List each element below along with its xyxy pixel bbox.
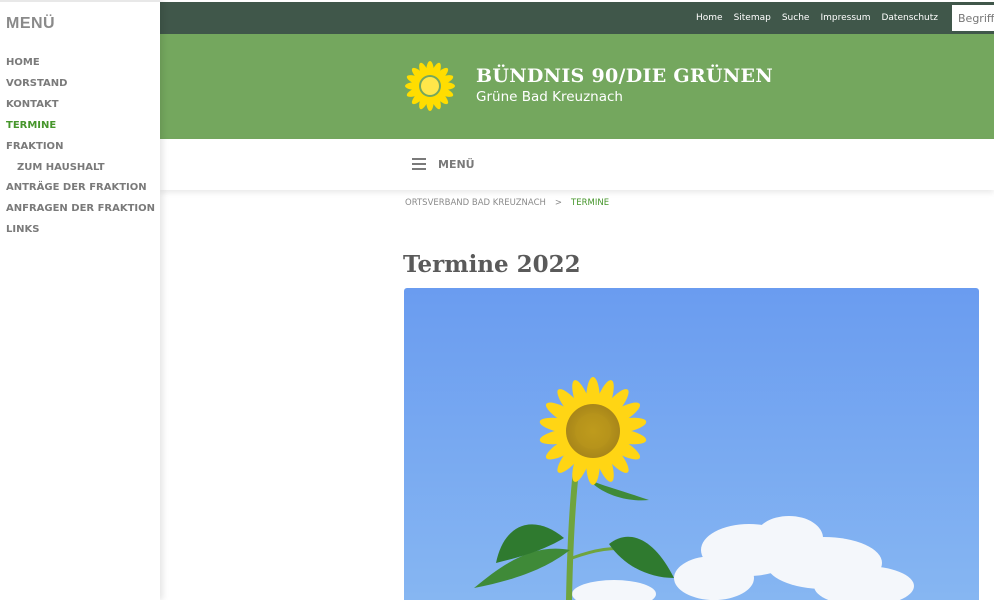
top-link-sitemap[interactable]: Sitemap <box>734 13 771 23</box>
hero-image <box>404 288 979 600</box>
hamburger-icon[interactable] <box>412 158 426 170</box>
sunflower-photo <box>404 288 979 600</box>
search-input[interactable] <box>952 5 994 31</box>
top-bar: Home Sitemap Suche Impressum Datenschutz <box>160 2 994 34</box>
top-link-home[interactable]: Home <box>696 13 723 23</box>
breadcrumb: ORTSVERBAND BAD KREUZNACH > TERMINE <box>405 198 609 208</box>
site-header: BÜNDNIS 90/DIE GRÜNEN Grüne Bad Kreuznac… <box>160 34 994 139</box>
breadcrumb-parent[interactable]: ORTSVERBAND BAD KREUZNACH <box>405 198 546 208</box>
sidebar-item-links[interactable]: LINKS <box>6 223 155 244</box>
site-name[interactable]: BÜNDNIS 90/DIE GRÜNEN <box>476 65 773 87</box>
sidebar-item-vorstand[interactable]: VORSTAND <box>6 77 155 98</box>
sidebar-menu: MENÜ HOME VORSTAND KONTAKT TERMINE FRAKT… <box>0 0 160 600</box>
breadcrumb-separator: > <box>554 198 563 208</box>
menu-bar: MENÜ <box>160 139 994 190</box>
sidebar-item-termine[interactable]: TERMINE <box>6 119 155 140</box>
breadcrumb-current: TERMINE <box>571 198 610 208</box>
sidebar-item-anfragen[interactable]: ANFRAGEN DER FRAKTION <box>6 202 155 223</box>
page-title: Termine 2022 <box>403 251 581 278</box>
sidebar-item-home[interactable]: HOME <box>6 56 155 77</box>
top-link-suche[interactable]: Suche <box>782 13 810 23</box>
sidebar-list: HOME VORSTAND KONTAKT TERMINE FRAKTION Z… <box>6 56 155 244</box>
top-link-datenschutz[interactable]: Datenschutz <box>881 13 938 23</box>
sunflower-icon[interactable] <box>404 60 456 112</box>
sidebar-item-zum-haushalt[interactable]: ZUM HAUSHALT <box>6 161 155 181</box>
top-link-impressum[interactable]: Impressum <box>820 13 870 23</box>
sidebar-item-kontakt[interactable]: KONTAKT <box>6 98 155 119</box>
sidebar-title: MENÜ <box>6 15 56 32</box>
site-subtitle: Grüne Bad Kreuznach <box>476 89 623 105</box>
sidebar-item-antraege[interactable]: ANTRÄGE DER FRAKTION <box>6 181 155 202</box>
menu-toggle-label[interactable]: MENÜ <box>438 158 475 171</box>
sidebar-item-fraktion[interactable]: FRAKTION <box>6 140 155 161</box>
top-links: Home Sitemap Suche Impressum Datenschutz <box>685 2 938 34</box>
